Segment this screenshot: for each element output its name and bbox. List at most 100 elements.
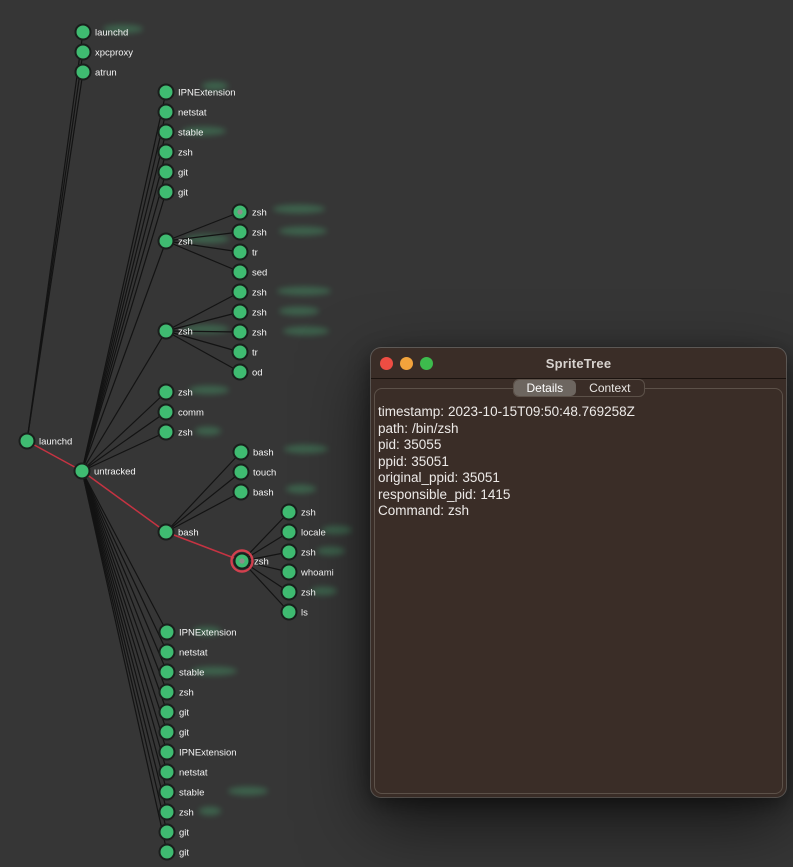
tree-node-stable[interactable]: stable	[160, 665, 205, 680]
tree-node-zsh[interactable]: zsh	[160, 685, 194, 700]
tree-node-bash[interactable]: bash	[234, 485, 274, 500]
node-label: bash	[253, 448, 274, 459]
tree-node-xpcproxy[interactable]: xpcproxy	[76, 45, 134, 60]
node-label: od	[252, 368, 263, 379]
process-circle	[160, 665, 175, 680]
tree-node-touch[interactable]: touch	[234, 465, 277, 480]
node-label: netstat	[179, 648, 208, 659]
tree-node-stable[interactable]: stable	[159, 125, 204, 140]
tree-node-IPNExtension[interactable]: IPNExtension	[160, 625, 237, 640]
tree-edge	[82, 471, 167, 792]
ghost-trail	[279, 307, 319, 316]
process-circle	[282, 545, 297, 560]
process-circle	[159, 145, 174, 160]
tree-node-tr[interactable]: tr	[233, 345, 258, 360]
node-label: zsh	[178, 237, 193, 248]
tree-node-zsh[interactable]: zsh	[233, 285, 267, 300]
tree-node-whoami[interactable]: whoami	[282, 565, 334, 580]
tree-edge	[82, 241, 166, 471]
process-circle	[234, 445, 249, 460]
tree-node-tr[interactable]: tr	[233, 245, 258, 260]
node-label: zsh	[301, 508, 316, 519]
minimize-button[interactable]	[400, 357, 413, 370]
tree-node-IPNExtension[interactable]: IPNExtension	[159, 85, 236, 100]
zoom-button[interactable]	[420, 357, 433, 370]
node-label: git	[178, 168, 188, 179]
tree-node-launchd[interactable]: launchd	[76, 25, 129, 40]
field-value: 2023-10-15T09:50:48.769258Z	[448, 404, 635, 419]
tree-node-comm[interactable]: comm	[159, 405, 204, 420]
tree-node-zsh[interactable]: zsh	[159, 234, 193, 249]
process-circle	[159, 405, 174, 420]
tree-node-zsh[interactable]: zsh	[159, 425, 193, 440]
window-titlebar[interactable]: SpriteTree	[371, 348, 786, 379]
spritetree-window[interactable]: SpriteTree Details Context timestamp:202…	[371, 348, 786, 797]
process-circle	[76, 25, 91, 40]
node-label: xpcproxy	[95, 48, 133, 59]
tree-edge	[166, 472, 241, 532]
field-value: 35051	[462, 470, 500, 485]
node-label: zsh	[252, 228, 267, 239]
tree-node-ls[interactable]: ls	[282, 605, 309, 620]
tree-edge	[82, 112, 166, 471]
tree-node-git[interactable]: git	[160, 725, 190, 740]
tree-edge	[82, 471, 167, 852]
process-circle	[233, 365, 248, 380]
tree-node-IPNExtension[interactable]: IPNExtension	[160, 745, 237, 760]
tree-node-zsh[interactable]: zsh	[160, 805, 194, 820]
state-dot	[239, 558, 244, 563]
process-circle	[233, 325, 248, 340]
tab-details[interactable]: Details	[513, 380, 576, 396]
node-label: touch	[253, 468, 276, 479]
tree-node-zsh[interactable]: zsh	[159, 385, 193, 400]
tree-node-zsh[interactable]: zsh	[282, 505, 316, 520]
tree-node-git[interactable]: git	[160, 845, 190, 860]
tree-node-zsh[interactable]: zsh	[233, 205, 267, 220]
tab-context[interactable]: Context	[576, 380, 643, 396]
tree-node-sed[interactable]: sed	[233, 265, 268, 280]
tree-node-untracked[interactable]: untracked	[75, 464, 136, 479]
tree-node-locale[interactable]: locale	[282, 525, 326, 540]
tree-node-zsh[interactable]: zsh	[233, 305, 267, 320]
tree-node-git[interactable]: git	[160, 705, 190, 720]
process-circle	[160, 785, 175, 800]
node-label: launchd	[95, 28, 128, 39]
process-circle	[76, 65, 91, 80]
tree-node-bash[interactable]: bash	[234, 445, 274, 460]
ghost-trail	[317, 547, 345, 556]
field-value: 35051	[411, 454, 449, 469]
ghost-trail	[195, 427, 221, 436]
tree-node-zsh[interactable]: zsh	[233, 325, 267, 340]
tree-node-stable[interactable]: stable	[160, 785, 205, 800]
node-label: zsh	[178, 327, 193, 338]
tree-node-zsh[interactable]: zsh	[282, 545, 316, 560]
process-circle	[160, 725, 175, 740]
tree-node-zsh[interactable]: zsh	[159, 145, 193, 160]
tree-node-git[interactable]: git	[159, 165, 189, 180]
tree-node-atrun[interactable]: atrun	[76, 65, 117, 80]
tree-node-git[interactable]: git	[159, 185, 189, 200]
node-label: zsh	[178, 428, 193, 439]
detail-row-ppid: ppid:35051	[378, 454, 778, 471]
tree-node-netstat[interactable]: netstat	[160, 765, 208, 780]
process-circle	[234, 465, 249, 480]
tree-node-zsh[interactable]: zsh	[233, 225, 267, 240]
tree-node-launchd[interactable]: launchd	[20, 434, 73, 449]
tree-node-git[interactable]: git	[160, 825, 190, 840]
tree-node-bash[interactable]: bash	[159, 525, 199, 540]
node-label: launchd	[39, 437, 72, 448]
tree-node-netstat[interactable]: netstat	[160, 645, 208, 660]
node-label: ls	[301, 608, 308, 619]
process-circle	[282, 505, 297, 520]
tree-node-netstat[interactable]: netstat	[159, 105, 207, 120]
node-label: netstat	[179, 768, 208, 779]
field-value: /bin/zsh	[412, 421, 459, 436]
process-circle	[282, 605, 297, 620]
process-circle	[233, 305, 248, 320]
tree-node-zsh[interactable]: zsh	[232, 551, 269, 572]
node-label: zsh	[179, 808, 194, 819]
process-circle	[160, 705, 175, 720]
tree-node-zsh[interactable]: zsh	[282, 585, 316, 600]
close-button[interactable]	[380, 357, 393, 370]
tree-node-od[interactable]: od	[233, 365, 263, 380]
